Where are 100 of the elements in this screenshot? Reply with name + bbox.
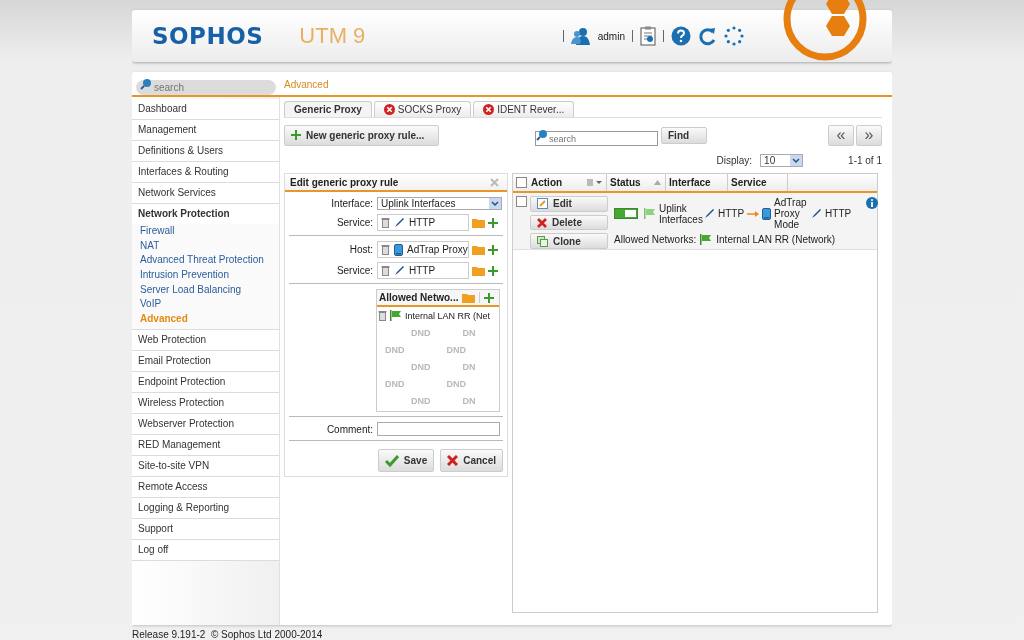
host-icon <box>762 207 772 220</box>
field-label: Host: <box>348 244 374 255</box>
network-name: Internal LAN RR (Network) <box>716 234 836 245</box>
nav-subitem[interactable]: Server Load Balancing <box>132 282 279 298</box>
find-button[interactable]: Find <box>661 126 707 144</box>
next-page-button[interactable]: » <box>856 124 882 146</box>
tab[interactable]: Generic Proxy <box>284 101 372 117</box>
object-name: AdTrap Proxy <box>407 244 468 255</box>
dropdown-icon <box>790 154 803 166</box>
drop-hint: DND <box>411 327 431 338</box>
nav-subitem[interactable]: Advanced Threat Protection <box>132 253 279 269</box>
plus-icon[interactable] <box>484 292 495 303</box>
trash-icon[interactable] <box>381 244 390 255</box>
drop-hint: DN <box>462 395 476 406</box>
checkbox[interactable] <box>516 196 527 207</box>
drop-hint: DND <box>446 344 466 355</box>
trash-icon[interactable] <box>381 265 390 276</box>
box-title: Allowed Netwo... <box>379 292 459 303</box>
nav-item[interactable]: Interfaces & Routing <box>132 162 279 183</box>
object-field[interactable]: HTTP <box>377 262 469 279</box>
footer-text: Release 9.191-2 © Sophos Ltd 2000-2014 <box>132 629 324 640</box>
search-field[interactable]: search <box>535 131 658 146</box>
tab[interactable]: SOCKS Proxy <box>373 101 472 117</box>
refresh-icon[interactable] <box>698 26 717 46</box>
interface-select[interactable]: Uplink Interfaces <box>377 197 502 210</box>
search-field[interactable]: search <box>136 80 276 95</box>
object-field[interactable]: AdTrap Proxy <box>377 241 469 258</box>
nav-item[interactable]: Support <box>132 518 279 540</box>
hexagon-logo-icon <box>782 0 868 62</box>
drop-hint: DND <box>446 378 466 389</box>
nav-item[interactable]: Email Protection <box>132 350 279 372</box>
folder-icon[interactable] <box>472 244 485 255</box>
display-label: Display: <box>716 154 753 166</box>
previous-page-button[interactable]: « <box>828 124 854 146</box>
nav-subitem[interactable]: VoIP <box>132 297 279 313</box>
nav-item[interactable]: Network Services <box>132 183 279 204</box>
result-count: 1-1 of 1 <box>848 154 882 166</box>
nav-item[interactable]: RED Management <box>132 434 279 456</box>
clone-button[interactable]: Clone <box>530 233 608 249</box>
service-name: HTTP <box>825 208 852 219</box>
search-icon <box>536 128 548 141</box>
plus-icon[interactable] <box>291 130 301 140</box>
sort-icon <box>654 180 661 185</box>
column-menu-icon[interactable] <box>587 178 603 187</box>
folder-icon[interactable] <box>472 265 485 276</box>
folder-icon[interactable] <box>472 217 485 228</box>
trash-icon[interactable] <box>381 217 390 228</box>
nav-item[interactable]: Remote Access <box>132 476 279 498</box>
nav-item[interactable]: Site-to-site VPN <box>132 455 279 477</box>
status-toggle[interactable] <box>614 208 638 219</box>
cancel-button[interactable]: Cancel <box>440 449 503 472</box>
nav-subitem[interactable]: NAT <box>132 238 279 254</box>
nav-subitem[interactable]: Intrusion Prevention <box>132 268 279 283</box>
comment-field[interactable] <box>377 422 500 436</box>
nav-item[interactable]: Definitions & Users <box>132 141 279 162</box>
drop-hint: DND <box>385 344 405 355</box>
column-header[interactable]: Interface <box>669 177 711 188</box>
new-rule-button[interactable]: New generic proxy rule... <box>284 124 439 146</box>
username[interactable]: admin <box>597 30 625 42</box>
product-name: UTM 9 <box>299 23 366 49</box>
folder-icon[interactable] <box>462 292 476 303</box>
display-select[interactable]: 10 <box>760 153 804 167</box>
plus-icon[interactable] <box>488 217 498 228</box>
checkbox[interactable] <box>516 177 527 188</box>
column-header[interactable]: Status <box>610 177 641 188</box>
service-icon <box>811 208 823 219</box>
edit-button[interactable]: Edit <box>530 196 608 212</box>
nav-item[interactable]: Dashboard <box>132 99 279 120</box>
user-icon[interactable] <box>570 27 591 45</box>
plus-icon[interactable] <box>488 244 498 255</box>
drop-hint: DND <box>411 361 431 372</box>
column-header[interactable]: Service <box>731 177 767 188</box>
delete-button[interactable]: Delete <box>530 214 608 231</box>
object-field[interactable]: HTTP <box>377 214 469 231</box>
nav-item[interactable]: Endpoint Protection <box>132 371 279 393</box>
info-icon[interactable] <box>866 197 879 209</box>
nav-item[interactable]: Web Protection <box>132 329 279 351</box>
allowed-networks-label: Allowed Networks: <box>614 234 697 245</box>
close-icon[interactable] <box>490 177 499 187</box>
clipboard-icon[interactable] <box>640 26 656 46</box>
flag-icon <box>644 208 656 219</box>
nav-item[interactable]: Log off <box>132 539 279 561</box>
panel-title: Edit generic proxy rule <box>290 176 399 188</box>
plus-icon[interactable] <box>488 265 498 276</box>
field-label: Interface: <box>330 198 374 209</box>
trash-icon[interactable] <box>378 310 387 321</box>
nav-item[interactable]: Management <box>132 120 279 141</box>
copy-icon <box>537 235 548 247</box>
nav-item[interactable]: Wireless Protection <box>132 392 279 414</box>
service-name: HTTP <box>718 208 745 219</box>
network-name: Internal LAN RR (Net <box>405 310 491 321</box>
tab[interactable]: IDENT Rever... <box>473 101 575 117</box>
nav-item[interactable]: Webserver Protection <box>132 413 279 435</box>
column-header[interactable]: Action <box>531 177 563 188</box>
service-icon <box>394 217 405 228</box>
save-button[interactable]: Save <box>377 449 435 472</box>
nav-subitem[interactable]: Firewall <box>132 224 279 239</box>
nav-item[interactable]: Logging & Reporting <box>132 497 279 519</box>
help-icon[interactable] <box>671 26 691 46</box>
service-icon <box>394 265 405 276</box>
